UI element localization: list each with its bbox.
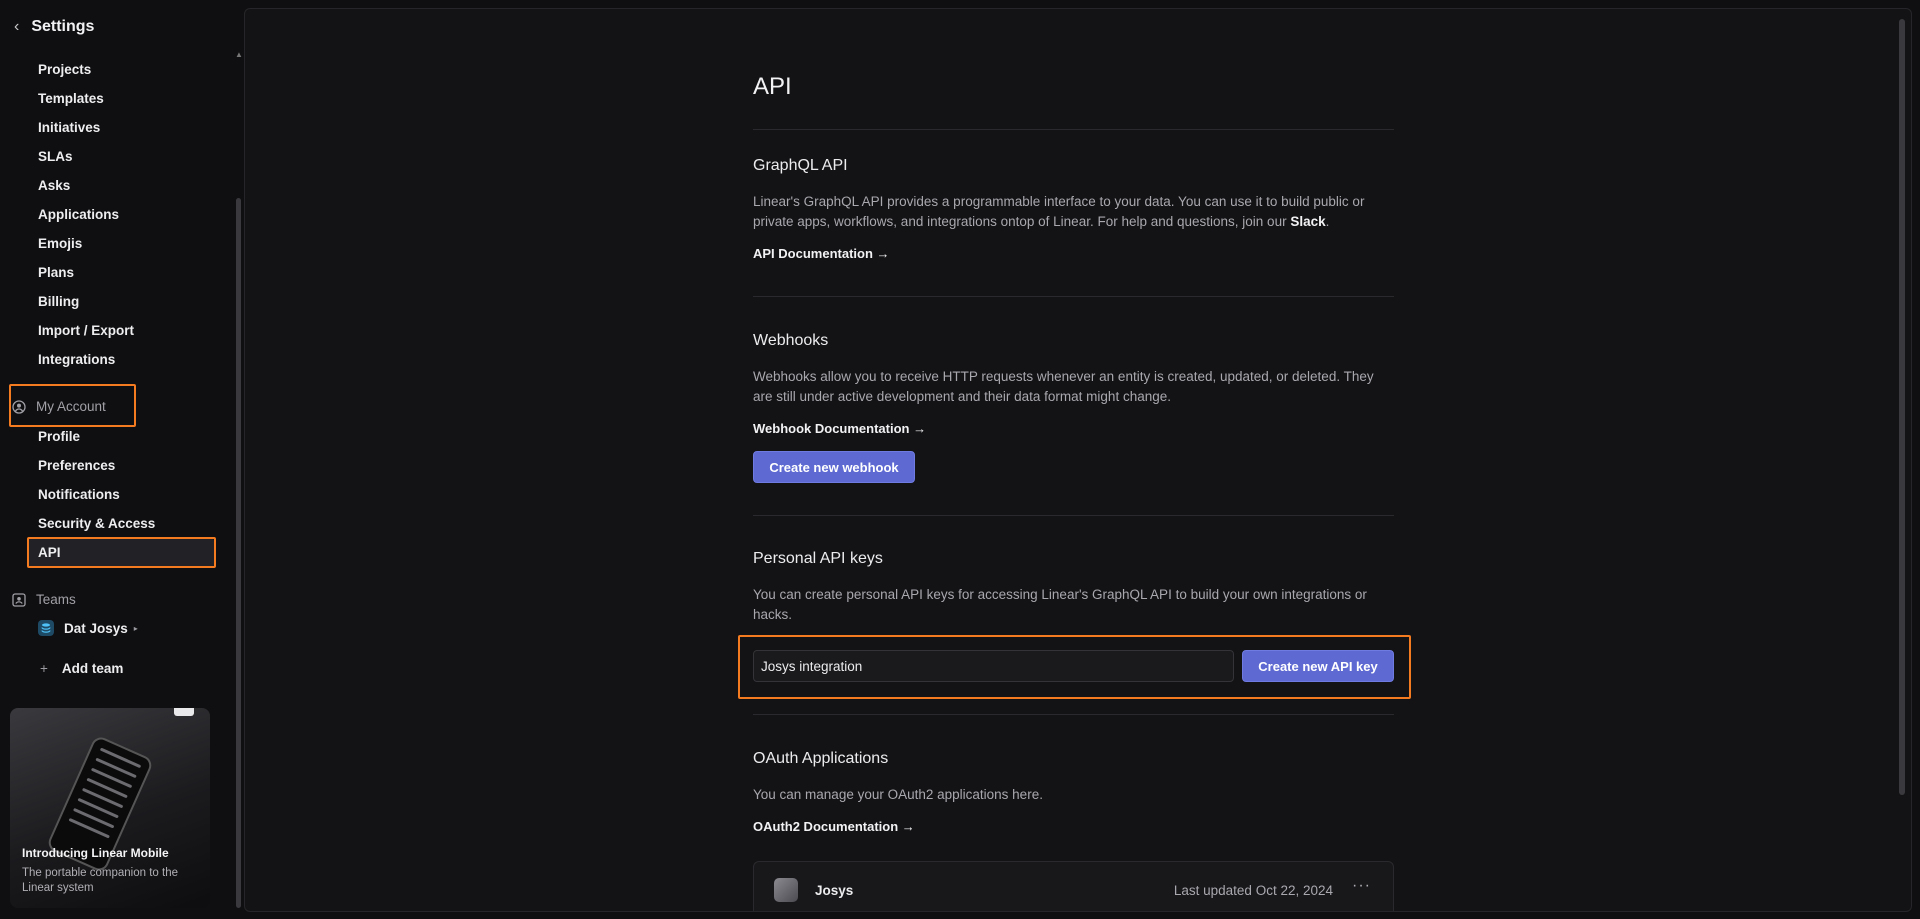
sidebar-item-notifications[interactable]: Notifications [38, 487, 120, 502]
plus-icon: + [40, 661, 48, 676]
page-title: API [753, 73, 792, 100]
team-icon [12, 592, 26, 607]
main-scrollbar[interactable] [1899, 19, 1905, 795]
divider [753, 714, 1394, 715]
chevron-left-icon[interactable]: ‹ [14, 18, 19, 36]
scroll-up-arrow-icon[interactable]: ▲ [235, 50, 243, 59]
teams-label: Teams [36, 592, 76, 607]
graphql-desc-end: . [1325, 214, 1330, 229]
sidebar-item-billing[interactable]: Billing [38, 294, 79, 309]
create-api-key-button[interactable]: Create new API key [1242, 650, 1394, 682]
promo-title: Introducing Linear Mobile [22, 846, 169, 860]
app: ‹ Settings Projects Templates Initiative… [0, 0, 1920, 919]
linear-mobile-promo[interactable]: Introducing Linear Mobile The portable c… [10, 708, 210, 908]
personal-keys-title: Personal API keys [753, 550, 883, 567]
graphql-title: GraphQL API [753, 157, 848, 174]
sidebar-scroll-thumb[interactable] [236, 198, 241, 908]
sidebar-item-applications[interactable]: Applications [38, 207, 119, 222]
divider [753, 515, 1394, 516]
more-options-icon[interactable]: ··· [1352, 877, 1371, 895]
create-webhook-button[interactable]: Create new webhook [753, 451, 915, 483]
team-item-dat-josys[interactable]: Dat Josys ▸ [38, 620, 138, 636]
sidebar-item-import-export[interactable]: Import / Export [38, 323, 134, 338]
add-team-label: Add team [61, 661, 124, 676]
caret-right-icon[interactable]: ▸ [134, 624, 138, 633]
api-documentation-link[interactable]: API Documentation → [753, 246, 890, 261]
sidebar-item-templates[interactable]: Templates [38, 91, 104, 106]
graphql-desc-text: Linear's GraphQL API provides a programm… [753, 194, 1365, 229]
sidebar-item-api[interactable]: API [38, 545, 61, 560]
sidebar-item-integrations[interactable]: Integrations [38, 352, 115, 367]
divider [753, 129, 1394, 130]
oauth-title: OAuth Applications [753, 750, 889, 767]
webhooks-description: Webhooks allow you to receive HTTP reque… [753, 369, 1374, 404]
settings-header[interactable]: ‹ Settings [14, 18, 94, 36]
sidebar-item-preferences[interactable]: Preferences [38, 458, 115, 473]
sidebar-item-initiatives[interactable]: Initiatives [38, 120, 100, 135]
add-team-button[interactable]: + Add team [40, 661, 123, 676]
sidebar-item-slas[interactable]: SLAs [38, 149, 73, 164]
app-icon [774, 878, 798, 902]
oauth-app-updated: Last updated Oct 22, 2024 [1173, 883, 1333, 898]
sidebar-item-profile[interactable]: Profile [38, 429, 80, 444]
oauth-description: You can manage your OAuth2 applications … [753, 787, 1043, 802]
sidebar-item-asks[interactable]: Asks [38, 178, 70, 193]
promo-subtitle: The portable companion to the Linear sys… [22, 867, 178, 894]
webhook-documentation-link[interactable]: Webhook Documentation → [753, 421, 926, 436]
oauth-app-name: Josys [815, 883, 854, 898]
api-key-name-input[interactable]: Josys integration [753, 650, 1234, 682]
sidebar-item-projects[interactable]: Projects [38, 62, 91, 77]
webhooks-title: Webhooks [753, 332, 829, 349]
my-account-section[interactable]: My Account [12, 399, 106, 414]
my-account-label: My Account [36, 399, 106, 414]
graphql-description: Linear's GraphQL API provides a programm… [753, 192, 1394, 232]
sidebar-item-plans[interactable]: Plans [38, 265, 74, 280]
settings-title: Settings [31, 18, 95, 35]
sidebar-item-emojis[interactable]: Emojis [38, 236, 82, 251]
team-stack-icon [38, 620, 54, 636]
sidebar: ‹ Settings Projects Templates Initiative… [0, 0, 244, 919]
user-circle-icon [12, 399, 26, 414]
divider [753, 296, 1394, 297]
sidebar-scrollbar[interactable]: ▲ [235, 50, 243, 910]
slack-link[interactable]: Slack [1290, 214, 1325, 229]
team-name: Dat Josys [64, 620, 128, 636]
oauth-app-row[interactable]: Josys Last updated Oct 22, 2024 ··· [753, 861, 1394, 911]
promo-close-icon[interactable] [174, 708, 194, 716]
oauth2-documentation-link[interactable]: OAuth2 Documentation → [753, 819, 915, 834]
main-panel: API GraphQL API Linear's GraphQL API pro… [244, 8, 1912, 912]
personal-keys-description: You can create personal API keys for acc… [753, 587, 1367, 622]
sidebar-item-security[interactable]: Security & Access [38, 516, 155, 531]
teams-section[interactable]: Teams [12, 592, 76, 607]
